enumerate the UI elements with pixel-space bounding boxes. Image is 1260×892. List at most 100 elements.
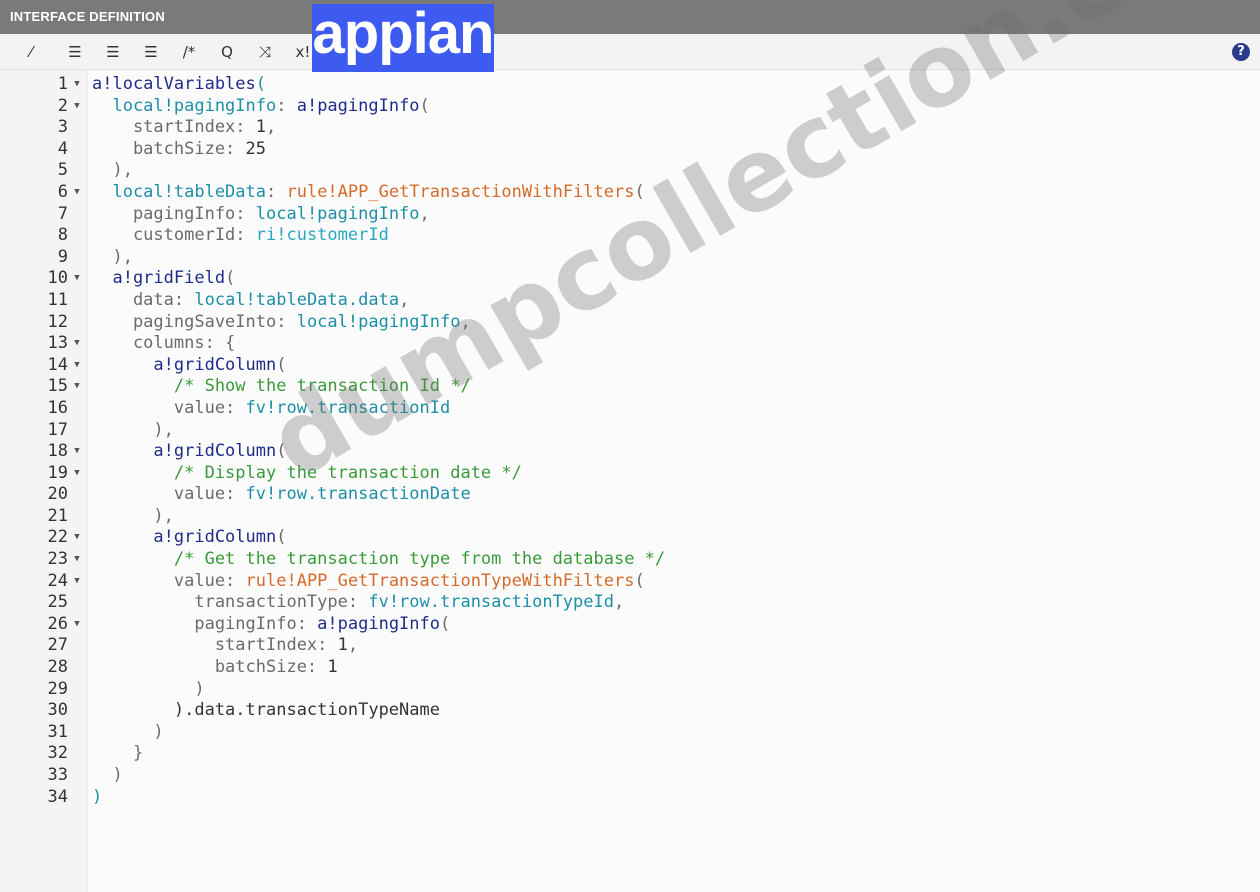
code-token: local!pagingInfo <box>92 95 277 116</box>
code-editor[interactable]: 1 ▼ a!localVariables(2 ▼ local!pagingInfo: … <box>0 74 1260 808</box>
code-line[interactable]: 22 ▼ a!gridColumn( <box>0 527 1260 549</box>
code-line[interactable]: 12 pagingSaveInto: local!pagingInfo, <box>0 312 1260 334</box>
code-token: ( <box>276 527 287 548</box>
line-number: 18 <box>47 441 68 462</box>
panel-title: INTERFACE DEFINITION <box>0 0 1260 34</box>
code-line[interactable]: 16 value: fv!row.transactionId <box>0 398 1260 420</box>
code-line[interactable]: 3 startIndex: 1, <box>0 117 1260 139</box>
code-text: startIndex: 1, <box>92 117 276 139</box>
code-token: ), <box>92 160 133 181</box>
code-line[interactable]: 2 ▼ local!pagingInfo: a!pagingInfo( <box>0 96 1260 118</box>
line-number: 29 <box>47 678 68 699</box>
code-line[interactable]: 7 pagingInfo: local!pagingInfo, <box>0 204 1260 226</box>
code-line[interactable]: 17 ), <box>0 420 1260 442</box>
fold-toggle-icon[interactable]: ▼ <box>71 376 83 398</box>
fold-toggle-icon[interactable]: ▼ <box>71 268 83 290</box>
line-number: 25 <box>47 592 68 613</box>
code-token: ( <box>419 95 430 116</box>
code-token: batchSize: <box>92 138 246 159</box>
code-token: ( <box>225 268 236 289</box>
fold-toggle-icon[interactable]: ▼ <box>71 74 83 96</box>
code-line[interactable]: 24 ▼ value: rule!APP_GetTransactionTypeWi… <box>0 571 1260 593</box>
code-token: batchSize: <box>92 657 328 678</box>
outdent-icon[interactable]: ☰ <box>62 40 88 64</box>
code-line[interactable]: 13 ▼ columns: { <box>0 333 1260 355</box>
code-line[interactable]: 31 ) <box>0 722 1260 744</box>
code-line[interactable]: 6 ▼ local!tableData: rule!APP_GetTransact… <box>0 182 1260 204</box>
code-text: pagingSaveInto: local!pagingInfo, <box>92 312 471 334</box>
code-line[interactable]: 33 ) <box>0 765 1260 787</box>
code-line[interactable]: 32 } <box>0 743 1260 765</box>
indent-icon[interactable]: ☰ <box>100 40 126 64</box>
code-line[interactable]: 10 ▼ a!gridField( <box>0 268 1260 290</box>
code-line[interactable]: 14 ▼ a!gridColumn( <box>0 355 1260 377</box>
code-token: 1 <box>337 635 348 656</box>
code-line[interactable]: 25 transactionType: fv!row.transactionTy… <box>0 592 1260 614</box>
code-line[interactable]: 4 batchSize: 25 <box>0 139 1260 161</box>
code-line[interactable]: 11 data: local!tableData.data, <box>0 290 1260 312</box>
code-line[interactable]: 26 ▼ pagingInfo: a!pagingInfo( <box>0 614 1260 636</box>
code-text: ), <box>92 247 132 269</box>
code-line[interactable]: 20 value: fv!row.transactionDate <box>0 484 1260 506</box>
fold-toggle-icon[interactable]: ▼ <box>71 549 83 571</box>
comment-icon[interactable]: /* <box>176 40 202 64</box>
code-token: local!pagingInfo <box>255 203 420 224</box>
line-number: 19 <box>47 462 68 483</box>
code-line[interactable]: 5 ), <box>0 160 1260 182</box>
code-text: startIndex: 1, <box>92 635 358 657</box>
line-number: 13 <box>47 333 68 354</box>
code-text: local!tableData: rule!APP_GetTransaction… <box>92 182 644 204</box>
code-text: a!gridColumn( <box>92 441 286 463</box>
fold-toggle-icon[interactable]: ▼ <box>71 333 83 355</box>
fold-toggle-icon[interactable]: ▼ <box>71 463 83 485</box>
list-icon[interactable]: ☰ <box>138 40 164 64</box>
code-token: 1 <box>255 117 267 138</box>
shuffle-icon[interactable]: ⤨ <box>252 40 278 64</box>
code-line[interactable]: 18 ▼ a!gridColumn( <box>0 441 1260 463</box>
fold-toggle-icon[interactable]: ▼ <box>71 96 83 118</box>
code-line[interactable]: 27 startIndex: 1, <box>0 635 1260 657</box>
code-line[interactable]: 30 ).data.transactionTypeName <box>0 700 1260 722</box>
code-token: a!gridColumn <box>92 354 277 375</box>
code-line[interactable]: 15 ▼ /* Show the transaction Id */ <box>0 376 1260 398</box>
code-token: ), <box>92 505 174 526</box>
code-token: ) <box>92 678 205 699</box>
fold-toggle-icon[interactable]: ▼ <box>71 527 83 549</box>
code-token: , <box>613 592 625 613</box>
code-text: data: local!tableData.data, <box>92 290 409 312</box>
code-token: columns: { <box>92 333 236 354</box>
format-icon[interactable]: ⁄ <box>18 40 44 64</box>
code-line[interactable]: 28 batchSize: 1 <box>0 657 1260 679</box>
code-text: batchSize: 1 <box>92 657 338 679</box>
fold-toggle-icon[interactable]: ▼ <box>71 182 83 204</box>
help-icon[interactable]: ? <box>1232 43 1250 61</box>
code-line[interactable]: 8 customerId: ri!customerId <box>0 225 1260 247</box>
code-token: a!pagingInfo <box>317 613 440 634</box>
code-token: ( <box>255 74 267 94</box>
line-number: 33 <box>47 765 68 785</box>
fold-toggle-icon[interactable]: ▼ <box>71 614 83 636</box>
search-icon[interactable]: Q <box>214 40 240 64</box>
code-text: local!pagingInfo: a!pagingInfo( <box>92 95 430 118</box>
code-line[interactable]: 19 ▼ /* Display the transaction date */ <box>0 463 1260 485</box>
code-text: ), <box>92 505 174 528</box>
code-line[interactable]: 29 ) <box>0 679 1260 701</box>
code-line[interactable]: 21 ), <box>0 506 1260 528</box>
code-token: ( <box>440 613 451 634</box>
fold-toggle-icon[interactable]: ▼ <box>71 355 83 377</box>
code-text: pagingInfo: local!pagingInfo, <box>92 204 430 226</box>
code-line[interactable]: 9 ), <box>0 247 1260 269</box>
line-number: 9 <box>57 246 68 267</box>
code-line[interactable]: 1 ▼ a!localVariables( <box>0 74 1260 96</box>
code-token: pagingInfo: <box>92 613 318 634</box>
line-number: 28 <box>47 657 68 678</box>
code-token: a!localVariables <box>92 74 256 94</box>
fold-toggle-icon[interactable]: ▼ <box>71 571 83 593</box>
line-number: 30 <box>47 700 68 721</box>
code-line[interactable]: 23 ▼ /* Get the transaction type from the… <box>0 549 1260 571</box>
fold-toggle-icon[interactable]: ▼ <box>71 441 83 463</box>
line-number: 2 <box>57 95 68 116</box>
line-number: 32 <box>47 743 68 764</box>
code-token: data: <box>92 289 195 310</box>
code-line[interactable]: 34) <box>0 787 1260 809</box>
